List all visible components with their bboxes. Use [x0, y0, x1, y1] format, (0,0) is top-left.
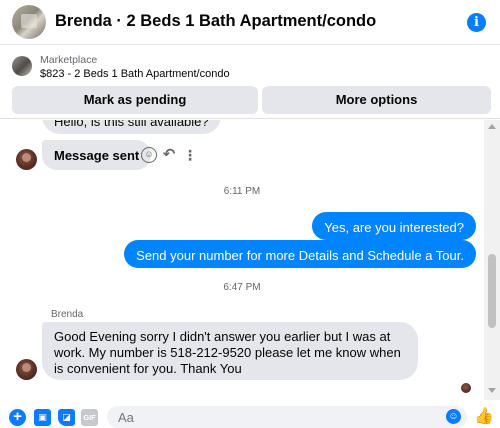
- outgoing-message[interactable]: Yes, are you interested?: [312, 212, 476, 240]
- message-actions: ☺ ↶ ⋮: [141, 147, 201, 165]
- sender-avatar[interactable]: [16, 149, 37, 170]
- gif-icon[interactable]: GIF: [81, 409, 98, 426]
- chat-title[interactable]: Brenda · 2 Beds 1 Bath Apartment/condo: [55, 12, 376, 31]
- message-thread[interactable]: Hello, is this still available? Message …: [0, 120, 484, 400]
- chat-header: Brenda · 2 Beds 1 Bath Apartment/condo i: [0, 0, 500, 45]
- reply-icon[interactable]: ↶: [161, 147, 177, 163]
- marketplace-listing-card: Marketplace $823 - 2 Beds 1 Bath Apartme…: [0, 45, 500, 119]
- outgoing-message[interactable]: Send your number for more Details and Sc…: [124, 240, 476, 268]
- mark-as-pending-button[interactable]: Mark as pending: [12, 86, 258, 114]
- incoming-message-sent[interactable]: Message sent: [42, 140, 152, 170]
- like-icon[interactable]: 👍: [474, 407, 494, 427]
- listing-thumbnail[interactable]: [12, 56, 32, 76]
- sender-avatar[interactable]: [16, 359, 37, 380]
- scrollbar-thumb[interactable]: [488, 254, 496, 328]
- thread-scrollbar[interactable]: [484, 120, 500, 400]
- more-vertical-icon[interactable]: ⋮: [183, 147, 197, 163]
- emoji-icon[interactable]: ☺: [446, 409, 461, 424]
- timestamp: 6:11 PM: [223, 186, 261, 197]
- seen-receipt-avatar: [461, 383, 471, 393]
- incoming-message-long[interactable]: Good Evening sorry I didn't answer you e…: [42, 322, 418, 380]
- photo-icon[interactable]: ▣: [34, 409, 51, 426]
- scroll-up-arrow-icon[interactable]: [488, 124, 496, 129]
- incoming-message-previous[interactable]: Hello, is this still available?: [42, 120, 221, 134]
- listing-source: Marketplace: [40, 54, 98, 66]
- react-emoji-icon[interactable]: ☺: [141, 147, 157, 163]
- plus-icon[interactable]: +: [9, 409, 26, 426]
- message-input[interactable]: [107, 406, 467, 428]
- sticker-icon[interactable]: ◪: [58, 409, 75, 426]
- info-icon[interactable]: i: [467, 13, 486, 32]
- listing-avatar[interactable]: [12, 5, 46, 39]
- scroll-down-arrow-icon[interactable]: [488, 388, 496, 393]
- message-composer: + ▣ ◪ GIF ☺ 👍: [0, 400, 500, 428]
- timestamp: 6:47 PM: [223, 282, 261, 293]
- sender-name: Brenda: [51, 309, 84, 320]
- more-options-button[interactable]: More options: [262, 86, 491, 114]
- listing-price-title[interactable]: $823 - 2 Beds 1 Bath Apartment/condo: [40, 68, 230, 80]
